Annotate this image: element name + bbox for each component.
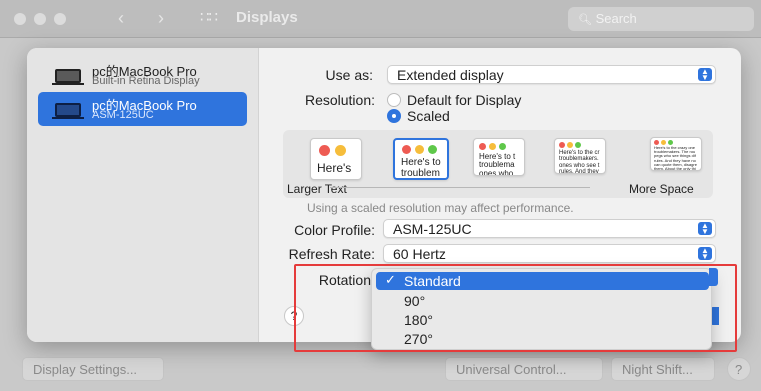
close-window-button[interactable] — [14, 13, 26, 25]
display-subtitle: Built-in Retina Display — [92, 75, 200, 87]
display-icon — [52, 103, 84, 119]
yellow-dot-icon — [567, 142, 573, 148]
display-icon — [52, 69, 84, 85]
refresh-rate-label: Refresh Rate: — [288, 246, 375, 262]
display-list: pc的MacBook Pro Built-in Retina Display p… — [27, 48, 259, 342]
scale-option-2[interactable]: Here's to troublem — [393, 138, 449, 180]
night-shift-button[interactable]: Night Shift... — [611, 357, 715, 381]
scale-option-1[interactable]: Here's — [310, 138, 362, 180]
green-dot-icon — [499, 143, 506, 150]
red-dot-icon — [479, 143, 486, 150]
display-subtitle: ASM-125UC — [92, 109, 154, 121]
color-profile-popup[interactable]: ASM-125UC ▲ ▼ — [383, 219, 716, 238]
display-item-builtin[interactable]: pc的MacBook Pro Built-in Retina Display — [38, 58, 247, 92]
search-placeholder: Search — [595, 11, 637, 26]
chevron-updown-icon: ▲ ▼ — [698, 68, 712, 82]
scale-option-3[interactable]: Here's to t troublema ones who — [473, 138, 525, 176]
refresh-rate-popup[interactable]: 60 Hertz ▲ ▼ — [383, 244, 716, 263]
minimize-window-button[interactable] — [34, 13, 46, 25]
green-dot-icon — [575, 142, 581, 148]
zoom-window-button[interactable] — [54, 13, 66, 25]
red-dot-icon — [402, 145, 411, 154]
display-item-external[interactable]: pc的MacBook Pro ASM-125UC — [38, 92, 247, 126]
highlight-box — [294, 264, 737, 352]
resolution-label: Resolution: — [304, 92, 375, 108]
color-profile-value: ASM-125UC — [393, 221, 472, 237]
larger-text-label: Larger Text — [287, 182, 347, 196]
radio-on-icon — [387, 109, 401, 123]
use-as-label: Use as: — [325, 67, 373, 83]
help-button[interactable]: ? — [727, 357, 751, 381]
scale-option-4[interactable]: Here's to the cr troublemakers. ones who… — [554, 138, 606, 174]
universal-control-button[interactable]: Universal Control... — [445, 357, 603, 381]
use-as-value: Extended display — [397, 67, 504, 83]
title-bar: ‹ › ∷∷ Displays 🔍︎ Search — [0, 0, 761, 38]
yellow-dot-icon — [489, 143, 496, 150]
chevron-left-icon[interactable]: ‹ — [118, 8, 124, 29]
window-title: Displays — [236, 9, 298, 26]
chevron-updown-icon: ▲ ▼ — [698, 222, 712, 236]
yellow-dot-icon — [415, 145, 424, 154]
scale-option-5[interactable]: Here's to the crazy one troublemakers. T… — [650, 137, 702, 171]
color-profile-label: Color Profile: — [294, 222, 375, 238]
use-as-popup[interactable]: Extended display ▲ ▼ — [387, 65, 716, 84]
search-input[interactable]: 🔍︎ Search — [568, 7, 754, 31]
radio-off-icon — [387, 93, 401, 107]
refresh-rate-value: 60 Hertz — [393, 246, 446, 262]
yellow-dot-icon — [335, 145, 346, 156]
search-icon: 🔍︎ — [578, 14, 592, 26]
scale-slider-track — [330, 187, 590, 188]
grid-icon[interactable]: ∷∷ — [200, 8, 218, 26]
red-dot-icon — [319, 145, 330, 156]
scale-performance-note: Using a scaled resolution may affect per… — [307, 201, 574, 215]
more-space-label: More Space — [629, 182, 694, 196]
green-dot-icon — [428, 145, 437, 154]
chevron-updown-icon: ▲ ▼ — [698, 247, 712, 261]
red-dot-icon — [559, 142, 565, 148]
display-settings-button[interactable]: Display Settings... — [22, 357, 164, 381]
chevron-right-icon[interactable]: › — [158, 8, 164, 29]
